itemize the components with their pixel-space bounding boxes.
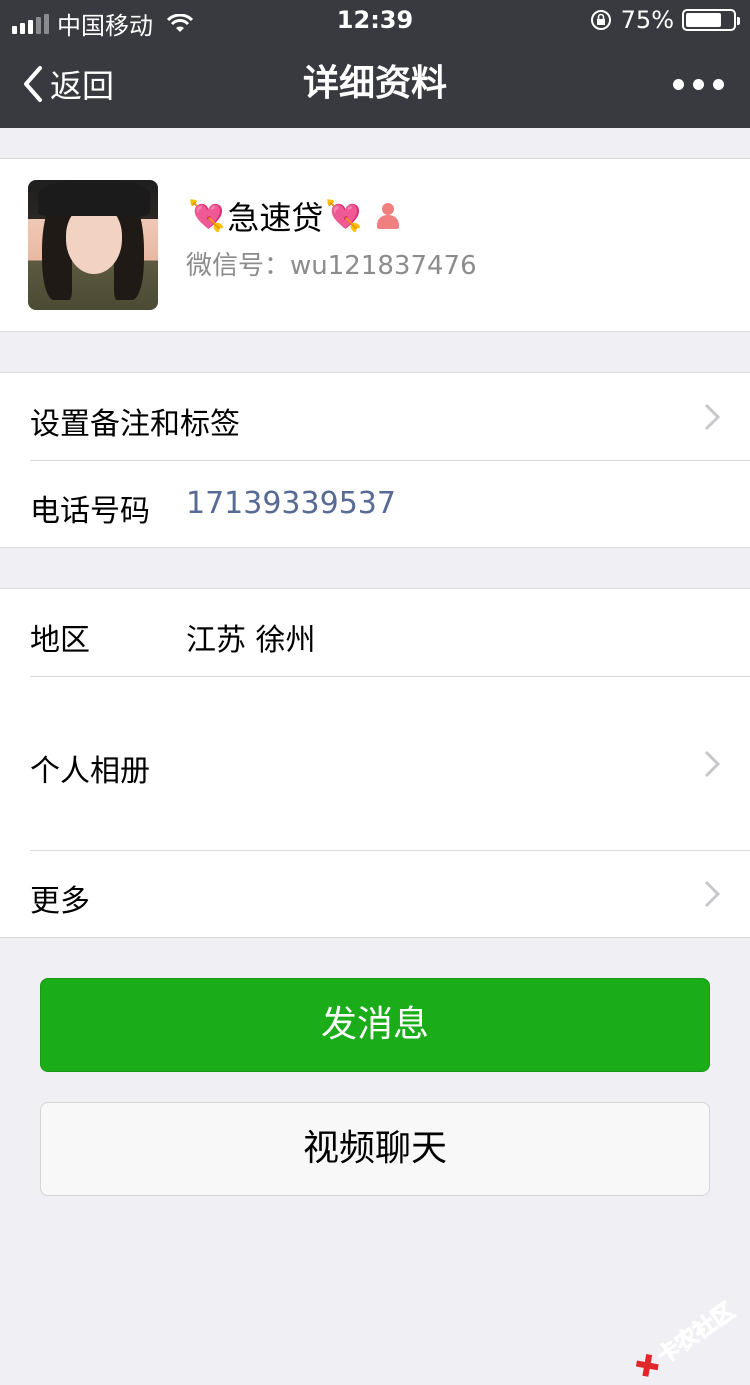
page-title: 详细资料	[302, 63, 447, 104]
watermark: 卡农社区	[628, 1294, 740, 1385]
dot-icon	[693, 78, 704, 90]
heart-arrow-icon: 💘	[188, 198, 226, 234]
region-label: 地区	[30, 623, 90, 658]
more-options-button[interactable]	[673, 40, 724, 128]
wechat-id: 微信号：wu121837476	[186, 251, 477, 281]
rotation-lock-icon	[590, 10, 611, 30]
send-message-button[interactable]: 发消息	[40, 978, 710, 1072]
dot-icon	[673, 78, 684, 90]
region-row: 地区 江苏 徐州	[0, 589, 750, 676]
more-row[interactable]: 更多	[0, 850, 750, 937]
remark-tags-label: 设置备注和标签	[30, 407, 240, 442]
chevron-right-icon	[704, 750, 720, 778]
profile-name-row: 💘 急速贷 💘	[186, 193, 401, 239]
profile-card: 💘 急速贷 💘 微信号：wu121837476	[0, 158, 750, 332]
video-chat-button[interactable]: 视频聊天	[40, 1102, 710, 1196]
region-value: 江苏 徐州	[186, 623, 316, 658]
personal-album-row[interactable]: 个人相册	[0, 676, 750, 850]
profile-name: 急速贷	[227, 199, 324, 237]
dot-icon	[713, 78, 724, 90]
chevron-right-icon	[704, 403, 720, 431]
phone-row: 电话号码 17139339537	[0, 460, 750, 547]
avatar[interactable]	[28, 180, 158, 310]
heart-arrow-icon: 💘	[325, 198, 363, 234]
more-label: 更多	[30, 884, 90, 919]
phone-label: 电话号码	[30, 494, 150, 529]
personal-album-label: 个人相册	[30, 754, 150, 789]
battery-icon	[682, 9, 740, 31]
phone-number-link[interactable]: 17139339537	[186, 486, 396, 521]
battery-percent: 75%	[620, 6, 674, 34]
nav-bar: 返回 详细资料	[0, 40, 750, 128]
details-section: 地区 江苏 徐州 个人相册 更多	[0, 588, 750, 938]
watermark-text: 卡农社区	[652, 1298, 740, 1370]
status-bar: 中国移动 12:39 75%	[0, 0, 750, 40]
status-right: 75%	[589, 6, 740, 34]
chevron-right-icon	[704, 880, 720, 908]
remark-tags-row[interactable]: 设置备注和标签	[0, 373, 750, 460]
female-icon	[375, 203, 401, 229]
contact-section: 设置备注和标签 电话号码 17139339537	[0, 372, 750, 548]
